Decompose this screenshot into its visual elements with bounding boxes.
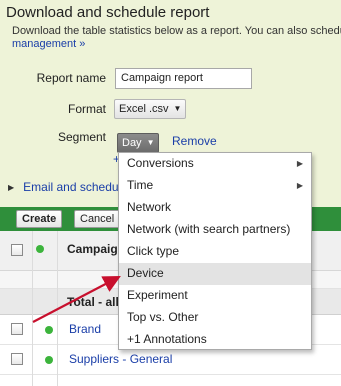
menu-item-label: Network (127, 200, 172, 214)
segment-label: Segment (57, 130, 106, 144)
format-dropdown[interactable]: Excel .csv ▼ (114, 99, 187, 119)
management-link[interactable]: management » (12, 38, 85, 50)
row-checkbox[interactable] (11, 323, 23, 335)
email-schedule-toggle[interactable]: ▶ Email and schedu (8, 180, 119, 194)
create-button[interactable]: Create (16, 210, 63, 228)
menu-item-time[interactable]: Time ▶ (119, 175, 311, 197)
menu-item-label: Experiment (127, 288, 188, 302)
segment-dropdown[interactable]: Day ▼ (117, 133, 160, 153)
submenu-arrow-icon: ▶ (296, 181, 303, 190)
segment-value: Day (122, 137, 142, 149)
remove-segment-link[interactable]: Remove (172, 134, 217, 148)
menu-item-label: Conversions (127, 156, 194, 170)
menu-item-label: Network (with search partners) (127, 222, 291, 236)
cancel-button[interactable]: Cancel (74, 210, 121, 228)
menu-item-label: Device (127, 266, 164, 280)
format-value: Excel .csv (119, 103, 169, 115)
menu-item-device[interactable]: Device (119, 263, 311, 285)
column-divider (32, 231, 33, 386)
menu-item-plus-one-annotations[interactable]: +1 Annotations (119, 329, 311, 351)
menu-item-label: Click type (127, 244, 180, 258)
menu-item-conversions[interactable]: Conversions ▶ (119, 153, 311, 175)
chevron-down-icon: ▼ (146, 138, 155, 147)
menu-item-click-type[interactable]: Click type (119, 241, 311, 263)
email-schedule-label: Email and schedu (23, 180, 119, 194)
format-label: Format (67, 102, 106, 116)
dialog-title: Download and schedule report (6, 4, 210, 21)
column-divider (57, 231, 58, 386)
campaign-link[interactable]: Suppliers - General (69, 352, 172, 366)
select-all-checkbox[interactable] (11, 244, 23, 256)
menu-item-label: Time (127, 178, 154, 192)
segment-menu: Conversions ▶ Time ▶ Network Network (wi… (118, 152, 312, 350)
menu-item-label: +1 Annotations (127, 332, 207, 346)
row-checkbox[interactable] (11, 353, 23, 365)
status-dot-icon (45, 356, 53, 364)
campaign-link[interactable]: Brand (69, 322, 101, 336)
status-dot-icon (45, 326, 53, 334)
campaign-column-header[interactable]: Campaig (67, 242, 118, 256)
status-dot-icon (36, 245, 44, 253)
report-name-input[interactable]: Campaign report (115, 68, 252, 89)
chevron-down-icon: ▼ (173, 104, 182, 113)
menu-item-experiment[interactable]: Experiment (119, 285, 311, 307)
report-name-label: Report name (36, 71, 106, 85)
dialog-description: Download the table statistics below as a… (12, 25, 341, 37)
total-label: Total - all (67, 295, 119, 309)
menu-item-network-search-partners[interactable]: Network (with search partners) (119, 219, 311, 241)
expand-arrow-icon: ▶ (8, 183, 15, 192)
menu-item-label: Top vs. Other (127, 310, 199, 324)
menu-item-network[interactable]: Network (119, 197, 311, 219)
menu-item-top-vs-other[interactable]: Top vs. Other (119, 307, 311, 329)
submenu-arrow-icon: ▶ (296, 159, 303, 168)
